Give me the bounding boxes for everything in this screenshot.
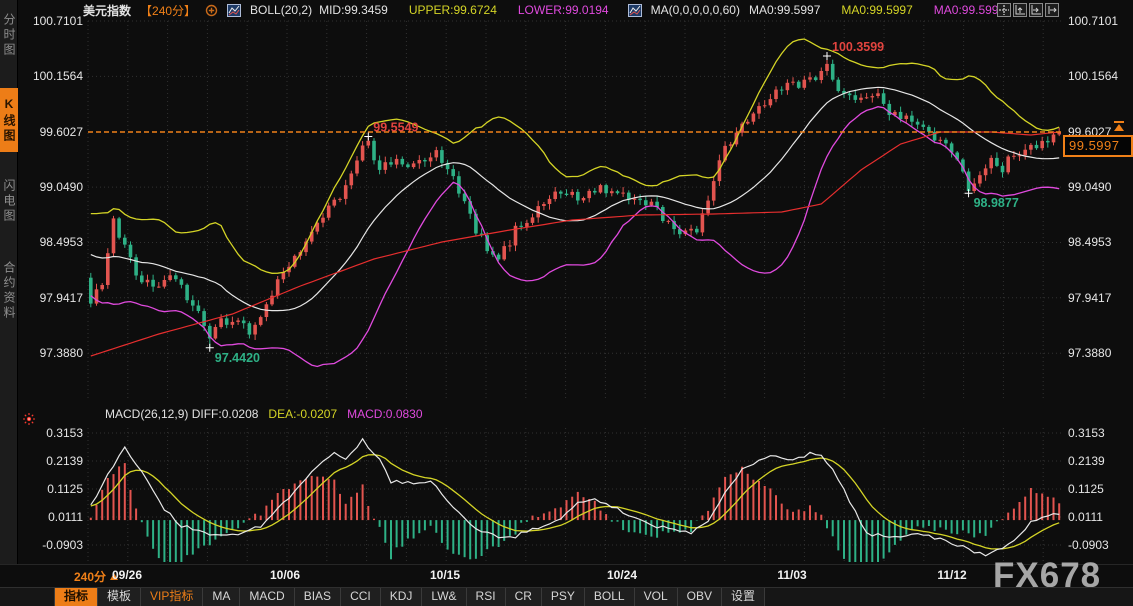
toolbar-tab[interactable]: CCI xyxy=(341,588,381,606)
macd-lines xyxy=(91,439,1059,556)
extreme-cross-marker xyxy=(206,344,214,352)
y-axis-label: 100.1564 xyxy=(1068,69,1118,83)
price-annotation: 100.3599 xyxy=(832,40,884,54)
chart-toolbar-icons xyxy=(997,3,1059,17)
y-axis-label: 97.3880 xyxy=(22,346,83,360)
scale-right-icon[interactable] xyxy=(1029,3,1043,17)
y-axis-label: 99.0490 xyxy=(1068,180,1111,194)
y-axis-label: -0.0903 xyxy=(1068,538,1109,552)
macd-diff-value: DIFF:0.0208 xyxy=(192,407,259,421)
chart-canvas[interactable]: 97.4420 99.5549 100.3599 98.9877 xyxy=(0,0,1133,606)
y-axis-label: 0.0111 xyxy=(22,510,83,524)
y-axis-label: 98.4953 xyxy=(22,235,83,249)
boll-name-label: BOLL(20,2) xyxy=(250,3,312,17)
boll-lower-value: LOWER:99.0194 xyxy=(518,3,609,17)
ma-value-white: MA0:99.5997 xyxy=(749,3,820,17)
toolbar-tab[interactable]: OBV xyxy=(678,588,722,606)
gridlines xyxy=(88,21,1062,562)
y-axis-label: 99.0490 xyxy=(22,180,83,194)
boll-indicator-chart-icon[interactable] xyxy=(227,4,241,17)
chart-app-window: 分时图 K线图闪电图合约资料 美元指数 【240分】 BOLL(20,2) MID… xyxy=(0,0,1133,606)
y-axis-label: 100.7101 xyxy=(1068,14,1118,28)
y-axis-label: 100.1564 xyxy=(22,69,83,83)
toolbar-tab[interactable]: BOLL xyxy=(585,588,635,606)
x-axis-date: 10/24 xyxy=(607,568,637,582)
timeframe-label[interactable]: 【240分】 xyxy=(140,2,196,19)
scale-up-icon[interactable] xyxy=(1013,3,1027,17)
x-axis-date: 11/12 xyxy=(937,568,966,582)
macd-header: MACD(26,12,9) DIFF:0.0208 DEA:-0.0207 MA… xyxy=(105,407,423,421)
price-annotation: 99.5549 xyxy=(373,121,418,135)
boll-lower-line xyxy=(91,107,1059,367)
y-axis-label: 98.4953 xyxy=(1068,235,1111,249)
ma60-line xyxy=(91,132,1059,356)
x-axis-date: 09/26 xyxy=(112,568,142,582)
toolbar-tab[interactable]: RSI xyxy=(467,588,506,606)
macd-name-label: MACD(26,12,9) xyxy=(105,407,188,421)
y-axis-label: 0.1125 xyxy=(1068,482,1104,496)
x-axis-date: 10/15 xyxy=(430,568,460,582)
recording-blink-icon xyxy=(22,412,36,426)
y-axis-label: 97.9417 xyxy=(1068,291,1111,305)
pan-right-icon[interactable] xyxy=(1045,3,1059,17)
sidebar-item-active[interactable]: K线图 xyxy=(0,88,18,152)
toolbar-tab[interactable]: LW& xyxy=(422,588,466,606)
ma-indicator-chart-icon[interactable] xyxy=(628,4,642,17)
price-annotation: 97.4420 xyxy=(215,351,260,365)
toolbar-tab[interactable]: MACD xyxy=(240,588,294,606)
toolbar-tab[interactable]: KDJ xyxy=(381,588,423,606)
boll-mid-value: MID:99.3459 xyxy=(319,3,388,17)
ma-value-magenta: MA0:99.5997 xyxy=(934,3,1005,17)
toolbar-tab[interactable]: VIP指标 xyxy=(141,588,203,606)
toolbar-tab[interactable]: MA xyxy=(203,588,240,606)
toolbar-tab[interactable]: VOL xyxy=(635,588,678,606)
sidebar-item-view[interactable]: 合约资料 xyxy=(0,250,18,332)
sidebar-item-view[interactable]: 闪电图 xyxy=(0,170,18,232)
ma-value-yellow: MA0:99.5997 xyxy=(841,3,912,17)
boll-upper-value: UPPER:99.6724 xyxy=(409,3,497,17)
toolbar-tab[interactable]: CR xyxy=(506,588,542,606)
overlay-lines xyxy=(91,39,1059,367)
chart-header: 美元指数 【240分】 BOLL(20,2) MID:99.3459 UPPER… xyxy=(83,0,1005,20)
price-annotation: 98.9877 xyxy=(974,196,1019,210)
crosshair-icon[interactable] xyxy=(997,3,1011,17)
macd-diff-line xyxy=(91,439,1059,556)
toolbar-tab[interactable]: 模板 xyxy=(98,588,141,606)
toolbar-tab[interactable]: 指标 xyxy=(54,588,98,606)
y-axis-label: 97.3880 xyxy=(1068,346,1111,360)
y-axis-label: 99.6027 xyxy=(22,125,83,139)
y-axis-label: 0.3153 xyxy=(22,426,83,440)
x-axis-date: 10/06 xyxy=(270,568,300,582)
y-axis-label: 0.3153 xyxy=(1068,426,1105,440)
y-axis-label: 97.9417 xyxy=(22,291,83,305)
y-axis-label: -0.0903 xyxy=(22,538,83,552)
macd-macd-value: MACD:0.0830 xyxy=(347,407,422,421)
extreme-cross-marker xyxy=(823,52,831,60)
x-axis-row: 240分 09/2610/0610/1510/2411/0311/12 xyxy=(0,564,1133,587)
add-indicator-icon[interactable] xyxy=(205,4,218,17)
y-axis-label: 0.0111 xyxy=(1068,510,1103,524)
toolbar-tab[interactable]: 设置 xyxy=(722,588,765,606)
indicator-toolbar: 指标模板VIP指标MAMACDBIASCCIKDJLW&RSICRPSYBOLL… xyxy=(0,587,1133,606)
extreme-cross-marker xyxy=(965,189,973,197)
symbol-title: 美元指数 xyxy=(83,2,131,19)
y-axis-label: 0.2139 xyxy=(22,454,83,468)
x-axis-date: 11/03 xyxy=(777,568,806,582)
y-axis-label: 100.7101 xyxy=(22,14,83,28)
ma-name-label: MA(0,0,0,0,0,60) xyxy=(651,3,740,17)
toolbar-tab[interactable]: BIAS xyxy=(295,588,341,606)
sidebar-item-view[interactable]: 分时图 xyxy=(0,6,18,64)
macd-dea-value: DEA:-0.0207 xyxy=(268,407,337,421)
left-sidebar: 分时图 K线图闪电图合约资料 xyxy=(0,0,18,565)
y-axis-label: 0.1125 xyxy=(22,482,83,496)
extreme-cross-marker xyxy=(364,133,372,141)
candles-layer xyxy=(89,56,1061,348)
boll-upper-line xyxy=(91,39,1059,273)
current-price-tag: 99.5997 xyxy=(1063,135,1133,157)
scroll-to-latest-icon[interactable] xyxy=(1113,121,1125,132)
boll-mid-line xyxy=(91,87,1059,310)
y-axis-label: 0.2139 xyxy=(1068,454,1105,468)
macd-dea-line xyxy=(91,455,1059,549)
toolbar-tab[interactable]: PSY xyxy=(542,588,585,606)
